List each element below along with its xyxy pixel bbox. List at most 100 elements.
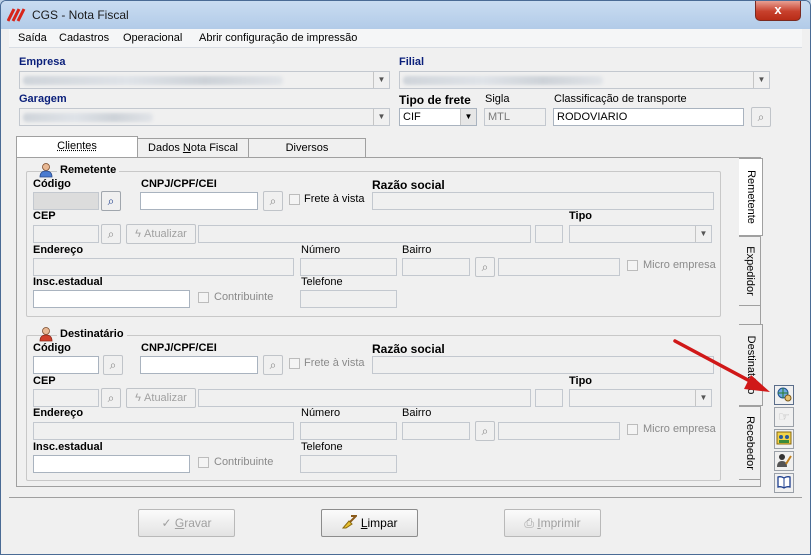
destinatario-cep-label: CEP [33,375,56,387]
broom-icon [342,515,359,529]
title-bar: CGS - Nota Fiscal x [1,1,810,29]
destinatario-tipo-label: Tipo [569,375,593,387]
classificacao-field[interactable]: RODOVIARIO [553,108,744,126]
menu-bar: Saída Cadastros Operacional Abrir config… [9,29,802,48]
binoculars-icon[interactable]: ⌕ [263,355,283,375]
gravar-button[interactable]: ✓ Gravar [138,509,235,537]
menu-item-impressao[interactable]: Abrir configuração de impressão [199,32,357,44]
remetente-cnpj-label: CNPJ/CPF/CEI [141,178,217,190]
remetente-insc-field[interactable] [33,290,190,308]
remetente-razao-field [372,192,714,210]
imprimir-button[interactable]: ⎙ Imprimir [504,509,601,537]
menu-item-operacional[interactable]: Operacional [123,32,182,44]
edit-user-icon [777,454,792,467]
destinatario-frete-vista-checkbox[interactable] [289,358,300,369]
users-group-icon[interactable] [774,429,794,449]
menu-item-saida[interactable]: Saída [18,32,47,44]
remetente-tipo-label: Tipo [569,210,593,222]
destinatario-telefone-field [300,455,397,473]
destinatario-frete-vista-label: Frete à vista [304,357,365,369]
remetente-tipo-combo[interactable]: ▼ [569,225,712,243]
chevron-down-icon[interactable]: ▼ [460,109,476,125]
limpar-button[interactable]: Limpar [321,509,418,537]
remetente-cnpj-field[interactable] [140,192,258,210]
chevron-down-icon[interactable]: ▼ [373,109,389,125]
globe-user-icon [777,387,792,402]
book-icon[interactable] [774,473,794,493]
edit-user-icon[interactable] [774,451,794,471]
chevron-down-icon[interactable]: ▼ [753,72,769,88]
person-icon [39,327,53,342]
binoculars-icon[interactable]: ⌕ [101,224,121,244]
destinatario-insc-label: Insc.estadual [33,441,103,453]
empresa-combo[interactable]: ▼ [19,71,390,89]
binoculars-icon[interactable]: ⌕ [263,191,283,211]
tab-dados-nota-fiscal[interactable]: Dados Nota Fiscal [137,138,249,158]
destinatario-razao-field [372,356,714,374]
users-group-icon [776,431,792,445]
destinatario-razao-label: Razão social [372,342,445,356]
binoculars-icon[interactable]: ⌕ [751,107,771,127]
destinatario-endereco-field [33,422,294,440]
book-icon [777,476,791,489]
destinatario-bairro-field [402,422,470,440]
destinatario-codigo-label: Código [33,342,71,354]
binoculars-icon[interactable]: ⌕ [103,355,123,375]
garagem-label: Garagem [19,93,67,105]
printer-icon: ⎙ [524,516,534,530]
close-button[interactable]: x [755,1,801,21]
destinatario-insc-field[interactable] [33,455,190,473]
remetente-contribuinte-label: Contribuinte [214,291,274,303]
remetente-codigo-field[interactable] [33,192,99,210]
lightning-icon: ϟ [135,228,141,240]
garagem-value [23,113,153,122]
remetente-bairro-desc-field [498,258,620,276]
binoculars-icon[interactable]: ⌕ [101,191,121,211]
side-tab-recebedor[interactable]: Recebedor [739,406,761,480]
destinatario-cep-field[interactable] [33,389,99,407]
chevron-down-icon[interactable]: ▼ [373,72,389,88]
destinatario-cnpj-label: CNPJ/CPF/CEI [141,342,217,354]
tipo-frete-combo[interactable]: CIF ▼ [399,108,477,126]
remetente-cep-label: CEP [33,210,56,222]
remetente-bairro-label: Bairro [402,244,432,256]
remetente-frete-vista-checkbox[interactable] [289,194,300,205]
tab-diversos[interactable]: Diversos [248,138,366,158]
remetente-telefone-label: Telefone [301,276,343,288]
destinatario-micro-checkbox[interactable] [627,424,638,435]
remetente-contribuinte-checkbox[interactable] [198,292,209,303]
remetente-atualizar-button[interactable]: ϟ Atualizar [126,224,196,244]
remetente-uf-field [535,225,563,243]
destinatario-numero-field [300,422,397,440]
check-icon: ✓ [161,516,172,530]
binoculars-icon[interactable]: ⌕ [475,421,495,441]
destinatario-contribuinte-checkbox[interactable] [198,457,209,468]
empresa-value [23,76,283,85]
remetente-cep-field[interactable] [33,225,99,243]
chevron-down-icon[interactable]: ▼ [695,226,711,242]
side-tab-expedidor[interactable]: Expedidor [739,236,761,306]
tipo-frete-value: CIF [403,111,421,123]
tipo-frete-label: Tipo de frete [399,93,471,107]
binoculars-icon[interactable]: ⌕ [101,388,121,408]
destinatario-atualizar-button[interactable]: ϟ Atualizar [126,388,196,408]
destinatario-cep-desc-field [198,389,531,407]
remetente-razao-label: Razão social [372,178,445,192]
tab-clientes[interactable]: Clientes [16,136,138,158]
binoculars-icon[interactable]: ⌕ [475,257,495,277]
filial-value [403,76,603,85]
destinatario-bairro-desc-field [498,422,620,440]
empresa-label: Empresa [19,56,66,68]
remetente-frete-vista-label: Frete à vista [304,193,365,205]
filial-combo[interactable]: ▼ [399,71,770,89]
globe-user-icon[interactable] [774,385,794,405]
remetente-micro-checkbox[interactable] [627,260,638,271]
lightning-icon: ϟ [135,392,141,404]
menu-item-cadastros[interactable]: Cadastros [59,32,109,44]
garagem-combo[interactable]: ▼ [19,108,390,126]
sigla-field: MTL [484,108,546,126]
side-tab-remetente[interactable]: Remetente [739,158,763,236]
destinatario-cnpj-field[interactable] [140,356,258,374]
destinatario-codigo-field[interactable] [33,356,99,374]
hand-pointer-icon[interactable]: ☞ [774,407,794,427]
